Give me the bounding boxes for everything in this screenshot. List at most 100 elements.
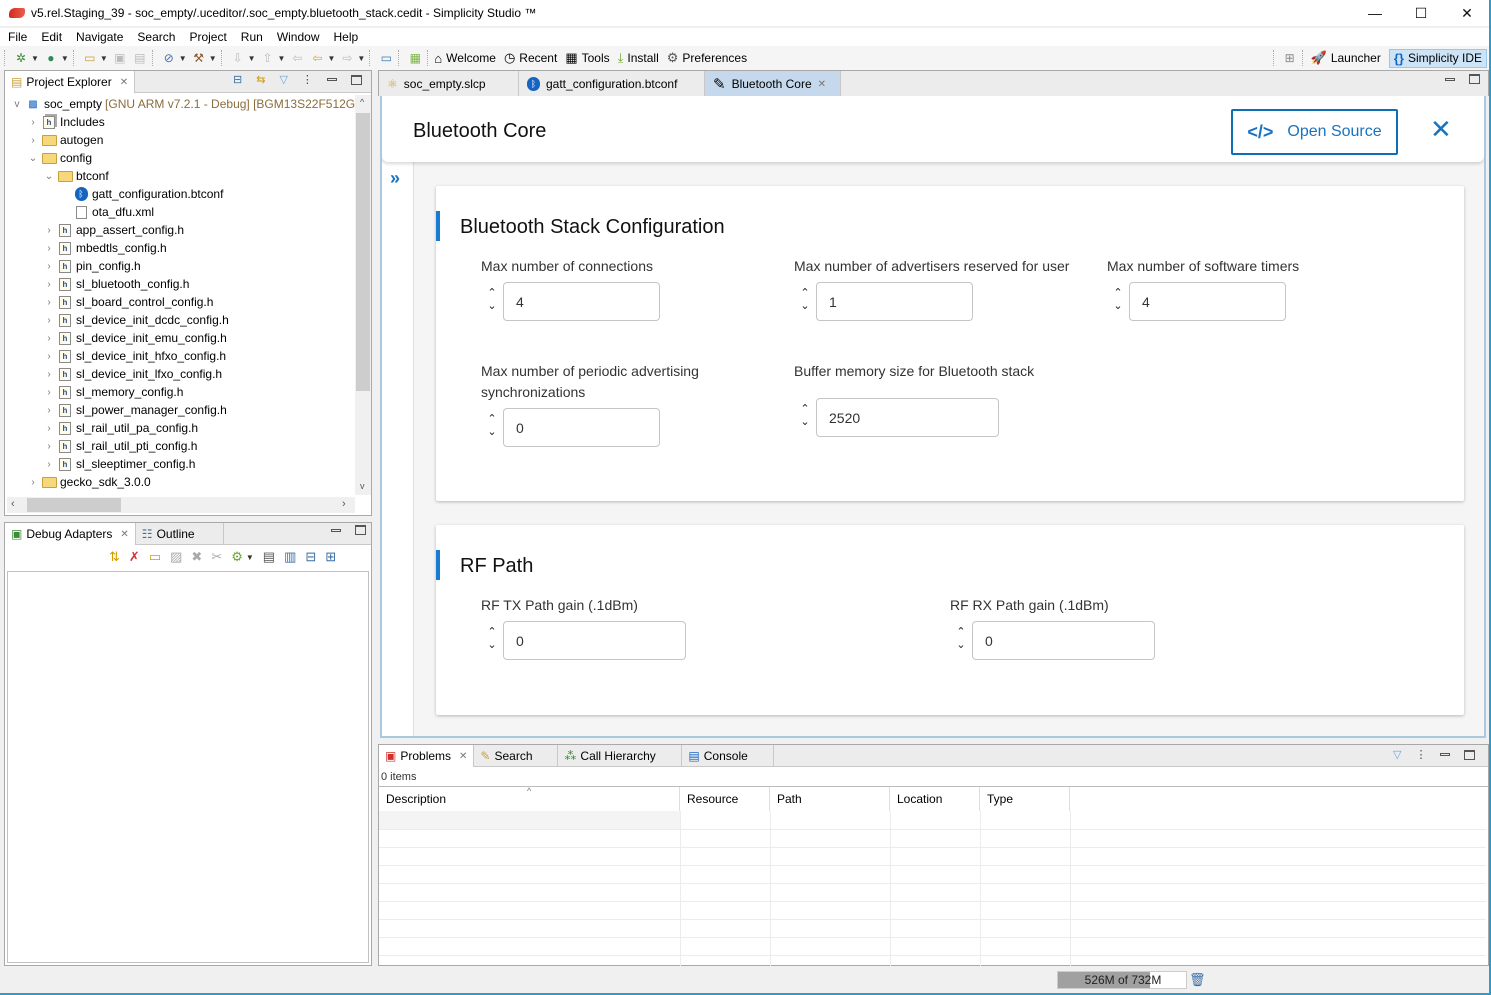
new-folder-icon[interactable]: ▭: [149, 549, 161, 565]
table-view-icon[interactable]: ▤: [263, 549, 275, 565]
view-menu-icon[interactable]: ⋮: [302, 73, 313, 86]
expand-toggle-icon[interactable]: ›: [43, 243, 55, 254]
tree-item[interactable]: › h mbedtls_config.h: [43, 239, 166, 257]
refresh-icon[interactable]: ⇅: [109, 549, 120, 565]
tree-item[interactable]: ⌄ config: [27, 149, 92, 167]
build-icon[interactable]: ⚒: [191, 48, 207, 68]
properties-icon[interactable]: ▥: [284, 549, 296, 565]
tree-item[interactable]: ⌄ btconf: [43, 167, 109, 185]
expand-toggle-icon[interactable]: ›: [43, 261, 55, 272]
column-header-type[interactable]: Type: [980, 787, 1070, 811]
max-connections-input[interactable]: 4: [503, 282, 660, 321]
back-nav-icon[interactable]: ⇦: [289, 48, 305, 68]
tab-call-hierarchy[interactable]: ⁂ Call Hierarchy: [558, 745, 683, 767]
save-all-icon[interactable]: ▤: [132, 48, 148, 68]
tree-item[interactable]: › h Includes: [27, 113, 104, 131]
max-software-timers-input[interactable]: 4: [1129, 282, 1286, 321]
launcher-perspective-button[interactable]: 🚀 Launcher: [1311, 50, 1381, 66]
expand-toggle-icon[interactable]: ›: [43, 459, 55, 470]
tree-item[interactable]: › autogen: [27, 131, 103, 149]
expand-toggle-icon[interactable]: ›: [27, 135, 39, 146]
tab-bluetooth-core[interactable]: ✎ Bluetooth Core ✕: [705, 71, 841, 97]
prev-annotation-icon[interactable]: ⇧: [260, 48, 276, 68]
maximize-icon[interactable]: [1464, 749, 1476, 760]
expand-toggle-icon[interactable]: ⌄: [27, 153, 39, 164]
flash-icon[interactable]: ▦: [407, 48, 423, 68]
tools-icon[interactable]: ✂: [211, 549, 222, 565]
simplicity-ide-perspective-button[interactable]: {} Simplicity IDE: [1388, 48, 1487, 68]
view-menu-icon[interactable]: ⋮: [1415, 748, 1426, 761]
decrement-icon[interactable]: ⌄: [1113, 299, 1122, 312]
tree-item[interactable]: ᛒ gatt_configuration.btconf: [59, 185, 223, 203]
tab-gatt-configuration[interactable]: ᛒ gatt_configuration.btconf: [519, 71, 705, 97]
expand-toggle-icon[interactable]: ›: [43, 423, 55, 434]
menu-navigate[interactable]: Navigate: [69, 28, 130, 46]
column-header-path[interactable]: Path: [770, 787, 890, 811]
tree-item[interactable]: › h sl_device_init_lfxo_config.h: [43, 365, 222, 383]
expand-toggle-icon[interactable]: ›: [43, 387, 55, 398]
filter-icon[interactable]: ▽: [279, 73, 287, 86]
new-icon[interactable]: ▭: [82, 48, 98, 68]
save-icon[interactable]: ▣: [112, 48, 128, 68]
expand-toggle-icon[interactable]: ›: [43, 279, 55, 290]
forward-icon[interactable]: ⇨: [339, 48, 355, 68]
disconnect-icon[interactable]: ✗: [129, 549, 140, 565]
scroll-down-icon[interactable]: v: [360, 481, 365, 491]
max-periodic-sync-input[interactable]: 0: [503, 408, 660, 447]
column-header-location[interactable]: Location: [890, 787, 980, 811]
trash-icon[interactable]: 🗑: [1189, 972, 1206, 988]
filter-icon[interactable]: ▽: [1393, 748, 1401, 761]
column-header-description[interactable]: Description ^: [379, 786, 680, 811]
horizontal-scrollbar[interactable]: ‹ ›: [7, 497, 355, 513]
tree-item[interactable]: › h sl_rail_util_pa_config.h: [43, 419, 198, 437]
hscroll-thumb[interactable]: [27, 498, 121, 512]
menu-window[interactable]: Window: [270, 28, 327, 46]
debug-icon[interactable]: ✲: [13, 48, 29, 68]
close-icon[interactable]: ✕: [120, 77, 128, 88]
menu-help[interactable]: Help: [327, 28, 366, 46]
welcome-button[interactable]: ⌂ Welcome: [434, 51, 496, 66]
expand-toggle-icon[interactable]: v: [11, 99, 23, 110]
tab-project-explorer[interactable]: ▤ Project Explorer ✕: [5, 71, 136, 93]
expand-icon[interactable]: ⊞: [325, 549, 336, 565]
maximize-icon[interactable]: [355, 525, 366, 535]
decrement-icon[interactable]: ⌄: [487, 299, 496, 312]
decrement-icon[interactable]: ⌄: [800, 415, 809, 428]
expand-toggle-icon[interactable]: ›: [27, 117, 39, 128]
menu-project[interactable]: Project: [182, 28, 233, 46]
tree-item[interactable]: › h sl_memory_config.h: [43, 383, 183, 401]
tree-item[interactable]: › h sl_device_init_hfxo_config.h: [43, 347, 226, 365]
increment-icon[interactable]: ⌃: [1113, 286, 1122, 299]
decrement-icon[interactable]: ⌄: [956, 638, 965, 651]
decrement-icon[interactable]: ⌄: [800, 299, 809, 312]
run-icon[interactable]: ●: [43, 48, 59, 68]
open-console-icon[interactable]: ▭: [378, 48, 394, 68]
heap-status[interactable]: 526M of 732M: [1057, 971, 1187, 989]
scroll-left-icon[interactable]: ‹: [11, 498, 15, 510]
tree-item[interactable]: › h pin_config.h: [43, 257, 140, 275]
expand-toggle-icon[interactable]: ›: [43, 441, 55, 452]
expand-toggle-icon[interactable]: ›: [43, 405, 55, 416]
open-source-button[interactable]: </> Open Source: [1231, 109, 1398, 155]
increment-icon[interactable]: ⌃: [487, 625, 496, 638]
minimize-icon[interactable]: [326, 78, 337, 81]
close-icon[interactable]: ✕: [120, 529, 128, 540]
increment-icon[interactable]: ⌃: [800, 402, 809, 415]
buffer-memory-input[interactable]: 2520: [816, 398, 999, 437]
maximize-icon[interactable]: [350, 74, 362, 85]
tree-item[interactable]: › h sl_board_control_config.h: [43, 293, 213, 311]
recent-button[interactable]: ◷ Recent: [504, 50, 557, 66]
tree-item[interactable]: › h sl_rail_util_pti_config.h: [43, 437, 197, 455]
scroll-up-icon[interactable]: ^: [360, 97, 364, 107]
tools-button[interactable]: ▦ Tools: [565, 50, 609, 66]
tree-item[interactable]: › h sl_device_init_dcdc_config.h: [43, 311, 228, 329]
expand-toggle-icon[interactable]: ›: [43, 351, 55, 362]
tab-outline[interactable]: ☷ Outline: [136, 523, 224, 545]
tab-search[interactable]: ✎ Search: [474, 745, 559, 767]
rf-tx-gain-input[interactable]: 0: [503, 621, 686, 660]
configure-icon[interactable]: ⚙: [231, 549, 243, 565]
build-target-icon[interactable]: ⊘: [161, 48, 177, 68]
tree-item[interactable]: › h sl_bluetooth_config.h: [43, 275, 189, 293]
minimize-button[interactable]: —: [1352, 0, 1398, 26]
menu-search[interactable]: Search: [130, 28, 182, 46]
